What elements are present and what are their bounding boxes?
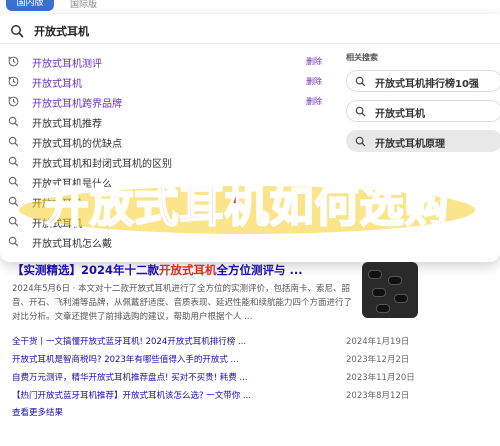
delete-history-button[interactable]: 删除	[306, 96, 322, 107]
sublink-title[interactable]: 【热门开放式蓝牙耳机推荐】开放式耳机该怎么选? 一文带你 ...	[12, 389, 332, 401]
suggestion-label: 开放式耳机推荐	[32, 119, 102, 130]
related-search-chip[interactable]: 开放式耳机原理	[346, 130, 500, 152]
sublink-date: 2023年12月2日	[346, 355, 410, 365]
sublink-row: 【热门开放式蓝牙耳机推荐】开放式耳机该怎么选? 一文带你 ... 2023年8月…	[12, 387, 412, 405]
suggestion-item[interactable]: 开放式耳机和封闭式耳机的区别	[0, 152, 330, 172]
sublink-date: 2023年11月20日	[346, 373, 415, 383]
related-search-label: 开放式耳机排行榜10强	[375, 79, 479, 90]
history-item[interactable]: 开放式耳机 删除	[0, 72, 330, 92]
history-item[interactable]: 开放式耳机测评 删除	[0, 52, 330, 72]
related-search-label: 开放式耳机原理	[375, 139, 445, 150]
search-result: 【实测精选】2024年十二款开放式耳机全方位测评与 ... 2024年5月6日 …	[12, 262, 492, 330]
history-item[interactable]: 开放式耳机跨界品牌 删除	[0, 92, 330, 112]
result-snippet: 2024年5月6日 · 本文对十二款开放式耳机进行了全方位的实测评价，包括南卡、…	[12, 284, 353, 322]
result-thumbnail[interactable]	[362, 262, 418, 318]
sublink-date: 2024年1月19日	[346, 337, 410, 347]
related-searches-title: 相关搜索	[346, 53, 378, 62]
sublink-row: 开放式耳机是智商税吗? 2023年有哪些值得入手的开放式 ... 2023年12…	[12, 351, 412, 369]
suggestion-label: 开放式耳机测评	[32, 59, 102, 70]
search-icon	[8, 116, 19, 127]
result-title-link[interactable]: 【实测精选】2024年十二款开放式耳机全方位测评与 ...	[12, 262, 357, 278]
sublink-row: 全干货丨一文搞懂开放式蓝牙耳机! 2024开放式耳机排行榜 ... 2024年1…	[12, 333, 412, 351]
history-clock-icon	[8, 76, 19, 87]
suggestion-label: 开放式耳机跨界品牌	[32, 99, 122, 110]
related-search-chip[interactable]: 开放式耳机排行榜10强	[346, 70, 500, 92]
search-icon	[8, 156, 19, 167]
history-clock-icon	[8, 96, 19, 107]
tab-international[interactable]: 国际版	[70, 0, 97, 10]
result-title-highlight: 开放式耳机	[159, 263, 217, 277]
more-results-link[interactable]: 查看更多结果	[12, 406, 63, 418]
search-bar	[0, 18, 500, 44]
search-icon	[11, 25, 24, 38]
suggestion-item[interactable]: 开放式耳机推荐	[0, 112, 330, 132]
suggestion-label: 开放式耳机和封闭式耳机的区别	[32, 159, 172, 170]
delete-history-button[interactable]: 删除	[306, 56, 322, 67]
sublink-date: 2023年8月12日	[346, 391, 410, 401]
result-title-suffix: 全方位测评与 ...	[216, 263, 303, 277]
search-icon	[8, 136, 19, 147]
banner-text: 开放式耳机如何选购	[44, 180, 450, 233]
history-clock-icon	[8, 56, 19, 67]
delete-history-button[interactable]: 删除	[306, 76, 322, 87]
search-icon	[355, 136, 366, 147]
search-input[interactable]	[34, 21, 474, 41]
suggestion-label: 开放式耳机的优缺点	[32, 139, 122, 150]
suggestion-label: 开放式耳机	[32, 79, 82, 90]
sublink-title[interactable]: 开放式耳机是智商税吗? 2023年有哪些值得入手的开放式 ...	[12, 353, 332, 365]
search-icon	[355, 106, 366, 117]
sublink-row: 自费万元测评，精华开放式耳机推荐盘点! 买对不买贵! 耗费 ... 2023年1…	[12, 369, 415, 387]
search-icon	[355, 76, 366, 87]
suggestion-item[interactable]: 开放式耳机的优缺点	[0, 132, 330, 152]
tab-domestic[interactable]: 国内版	[6, 0, 54, 11]
sublink-title[interactable]: 全干货丨一文搞懂开放式蓝牙耳机! 2024开放式耳机排行榜 ...	[12, 335, 332, 347]
related-search-label: 开放式耳机	[375, 109, 425, 120]
overlay-banner: 开放式耳机如何选购	[16, 170, 478, 244]
related-search-chip[interactable]: 开放式耳机	[346, 100, 500, 122]
sublink-title[interactable]: 自费万元测评，精华开放式耳机推荐盘点! 买对不买贵! 耗费 ...	[12, 371, 332, 383]
result-title-prefix: 【实测精选】2024年十二款	[12, 263, 160, 277]
